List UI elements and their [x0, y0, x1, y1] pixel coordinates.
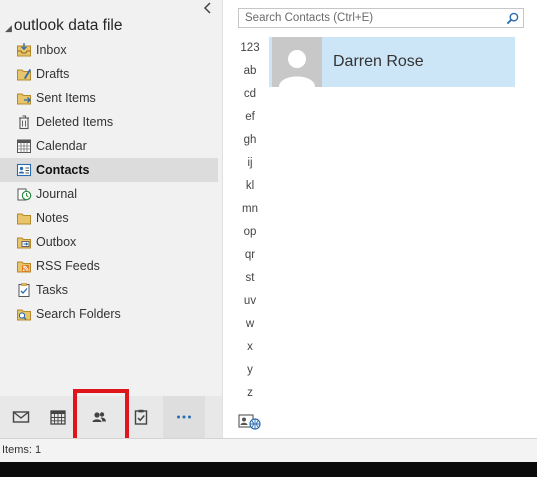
pane-divider	[222, 0, 223, 438]
mailbox-header[interactable]: ◢ outlook data file	[5, 16, 123, 36]
alpha-index-item[interactable]: ab	[236, 60, 264, 83]
folder-label: Contacts	[36, 163, 90, 177]
folder-list: Inbox Drafts Sent Items Deleted Items Calend…	[0, 38, 218, 326]
alpha-index-item[interactable]: kl	[236, 175, 264, 198]
alpha-index-item[interactable]: uv	[236, 290, 264, 313]
alpha-index-item[interactable]: op	[236, 221, 264, 244]
search-button[interactable]	[501, 9, 523, 27]
ellipsis-icon	[177, 415, 191, 419]
nav-mail-button[interactable]	[0, 396, 42, 438]
outbox-icon	[16, 234, 32, 250]
folder-pane: ◢ outlook data file Inbox Drafts Sent Item…	[0, 0, 222, 396]
drafts-icon	[16, 66, 32, 82]
nav-tasks-button[interactable]	[120, 396, 162, 438]
folder-item-deleted-items[interactable]: Deleted Items	[0, 110, 218, 134]
folder-item-search-folders[interactable]: Search Folders	[0, 302, 218, 326]
alpha-index-item[interactable]: z	[236, 382, 264, 405]
folder-item-inbox[interactable]: Inbox	[0, 38, 218, 62]
calendar-icon	[16, 138, 32, 154]
folder-label: Search Folders	[36, 307, 121, 321]
status-bar: Items: 1	[0, 438, 537, 462]
contact-name: Darren Rose	[333, 53, 424, 70]
search-icon	[506, 12, 518, 24]
search-box[interactable]	[238, 8, 524, 28]
expand-caret-icon[interactable]: ◢	[5, 23, 12, 34]
nav-people-button[interactable]	[78, 396, 120, 438]
folder-label: Journal	[36, 187, 77, 201]
alpha-index-item[interactable]: st	[236, 267, 264, 290]
rss-feeds-icon	[16, 258, 32, 274]
folder-item-rss-feeds[interactable]: RSS Feeds	[0, 254, 218, 278]
notes-icon	[16, 210, 32, 226]
person-placeholder-icon	[279, 50, 315, 87]
calendar-grid-icon	[50, 410, 66, 425]
collapse-pane-button[interactable]	[201, 2, 215, 16]
folder-item-sent-items[interactable]: Sent Items	[0, 86, 218, 110]
folder-label: Calendar	[36, 139, 87, 153]
alpha-index-item[interactable]: 123	[236, 37, 264, 60]
folder-label: Outbox	[36, 235, 77, 249]
contact-card[interactable]: Darren Rose	[269, 37, 515, 87]
item-count: Items: 1	[2, 444, 42, 456]
address-book-globe-icon	[238, 414, 261, 430]
alpha-index-item[interactable]: x	[236, 336, 264, 359]
nav-calendar-button[interactable]	[37, 396, 79, 438]
folder-label: Deleted Items	[36, 115, 114, 129]
alpha-index-item[interactable]: ef	[236, 106, 264, 129]
folder-item-calendar[interactable]: Calendar	[0, 134, 218, 158]
contacts-icon	[16, 162, 32, 178]
folder-label: Tasks	[36, 283, 68, 297]
folder-label: RSS Feeds	[36, 259, 100, 273]
alphabet-index: 123 ab cd ef gh ij kl mn op qr st uv w x y z	[236, 37, 264, 405]
folder-item-outbox[interactable]: Outbox	[0, 230, 218, 254]
folder-label: Inbox	[36, 43, 67, 57]
alpha-index-item[interactable]: w	[236, 313, 264, 336]
alpha-index-item[interactable]: cd	[236, 83, 264, 106]
folder-item-tasks[interactable]: Tasks	[0, 278, 218, 302]
tasks-icon	[16, 282, 32, 298]
tasks-clipboard-icon	[134, 409, 148, 425]
alpha-index-item[interactable]: mn	[236, 198, 264, 221]
alpha-index-item[interactable]: gh	[236, 129, 264, 152]
sent-items-icon	[16, 90, 32, 106]
taskbar	[0, 462, 537, 477]
deleted-items-icon	[16, 114, 32, 130]
chevron-left-icon	[203, 2, 211, 14]
mailbox-title: outlook data file	[13, 17, 123, 34]
folder-item-journal[interactable]: Journal	[0, 182, 218, 206]
nav-more-button[interactable]	[163, 396, 205, 438]
alpha-index-item[interactable]: ij	[236, 152, 264, 175]
search-folders-icon	[16, 306, 32, 322]
folder-item-contacts[interactable]: Contacts	[0, 158, 218, 182]
people-icon	[92, 412, 106, 422]
folder-item-notes[interactable]: Notes	[0, 206, 218, 230]
folder-label: Drafts	[36, 67, 70, 81]
online-directory-button[interactable]	[238, 413, 262, 431]
mail-icon	[12, 411, 30, 423]
alpha-index-item[interactable]: qr	[236, 244, 264, 267]
inbox-icon	[16, 42, 32, 58]
folder-label: Sent Items	[36, 91, 96, 105]
navigation-bar	[0, 396, 222, 438]
folder-label: Notes	[36, 211, 69, 225]
search-contacts-input[interactable]	[239, 9, 501, 27]
journal-icon	[16, 186, 32, 202]
avatar	[272, 37, 322, 87]
alpha-index-item[interactable]: y	[236, 359, 264, 382]
folder-item-drafts[interactable]: Drafts	[0, 62, 218, 86]
